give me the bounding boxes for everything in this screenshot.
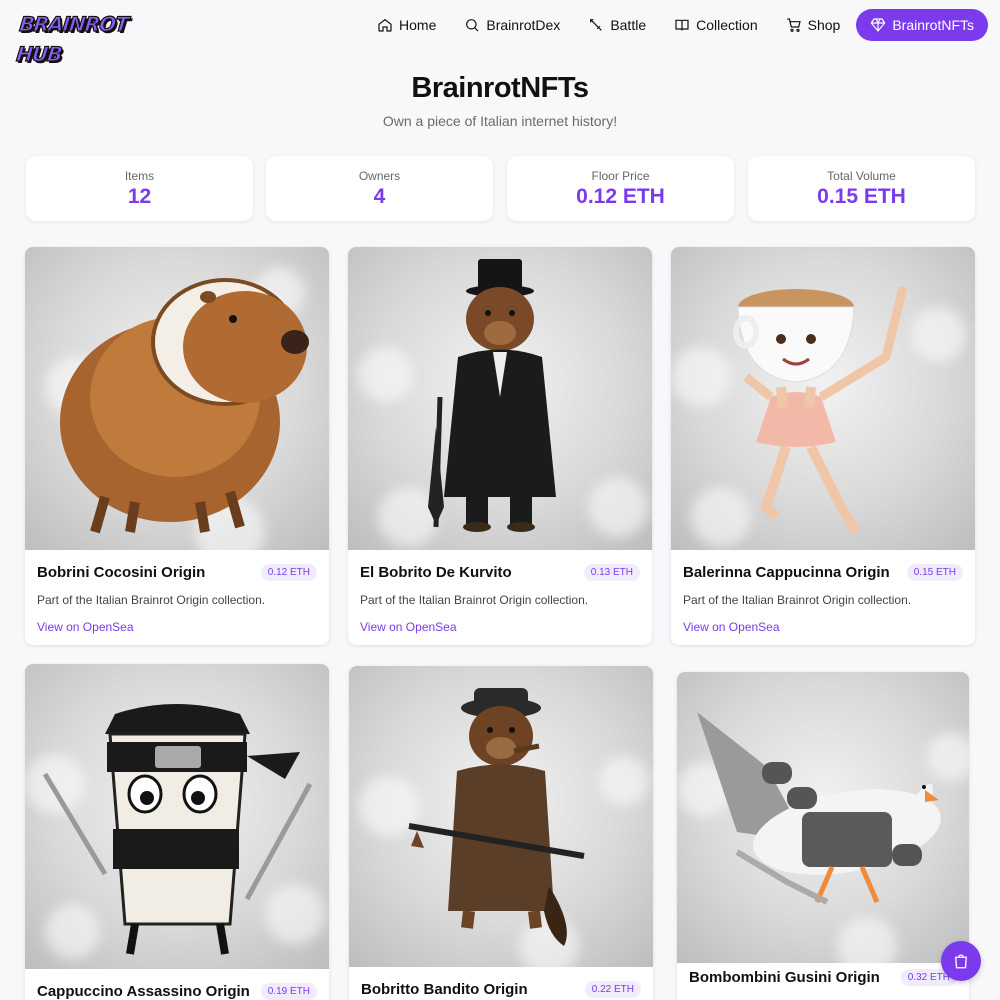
nav-battle[interactable]: Battle xyxy=(574,9,660,41)
nft-card[interactable]: Cappuccino Assassino Origin 0.19 ETH xyxy=(25,664,329,1000)
page-subtitle: Own a piece of Italian internet history! xyxy=(382,113,618,129)
cappuccino-ballerina-image xyxy=(671,247,975,550)
brainrot-hub-logo[interactable]: BRAINROT HUB xyxy=(15,9,138,66)
stat-value: 4 xyxy=(373,185,386,208)
stat-value: 0.12 ETH xyxy=(576,185,665,208)
nav-brainrotdex[interactable]: BrainrotDex xyxy=(450,9,574,41)
card-description: Part of the Italian Brainrot Origin coll… xyxy=(37,593,266,607)
stat-label: Owners xyxy=(358,169,401,183)
beaver-top-hat-image xyxy=(348,247,652,550)
stat-label: Items xyxy=(124,169,155,183)
nft-card[interactable]: Bombombini Gusini Origin 0.32 ETH xyxy=(677,672,969,1000)
stat-value: 12 xyxy=(127,185,152,208)
top-navbar: BRAINROT HUB Home BrainrotDex Battle Col… xyxy=(0,0,1000,67)
price-badge: 0.19 ETH xyxy=(260,983,317,1000)
nav-battle-label: Battle xyxy=(610,17,647,33)
price-badge: 0.12 ETH xyxy=(260,564,317,581)
shopping-bag-icon xyxy=(955,954,967,969)
stat-value: 0.15 ETH xyxy=(817,185,906,208)
search-icon xyxy=(466,19,479,32)
page-title: BrainrotNFTs xyxy=(411,72,589,104)
beaver-gangster-image xyxy=(349,666,653,967)
price-badge: 0.15 ETH xyxy=(906,564,963,581)
view-on-opensea-link[interactable]: View on OpenSea xyxy=(360,620,640,634)
nav-brainrotdex-label: BrainrotDex xyxy=(486,17,561,33)
stat-owners: Owners 4 xyxy=(266,156,493,221)
card-description: Part of the Italian Brainrot Origin coll… xyxy=(360,593,589,607)
shopping-cart-button[interactable] xyxy=(941,941,981,981)
home-icon xyxy=(378,18,392,32)
nav-shop[interactable]: Shop xyxy=(772,9,855,41)
price-badge: 0.22 ETH xyxy=(584,981,641,998)
nav-links: Home BrainrotDex Battle Collection Shop … xyxy=(363,9,988,41)
nav-brainrotnfts-label: BrainrotNFTs xyxy=(892,17,974,33)
nav-collection-label: Collection xyxy=(696,17,758,33)
nav-home-label: Home xyxy=(399,17,437,33)
stat-label: Floor Price xyxy=(591,169,650,183)
nav-shop-label: Shop xyxy=(807,17,841,33)
stat-label: Total Volume xyxy=(827,169,896,183)
nft-card[interactable]: Bobrini Cocosini Origin 0.12 ETH Part of… xyxy=(25,247,329,645)
sword-icon xyxy=(590,19,603,31)
logo-text: BRAINROT HUB xyxy=(15,11,130,66)
view-on-opensea-link[interactable]: View on OpenSea xyxy=(683,620,963,634)
nft-card[interactable]: Bobritto Bandito Origin 0.22 ETH xyxy=(349,666,653,1000)
diamond-icon xyxy=(870,18,886,32)
jet-goose-image xyxy=(677,672,969,963)
nft-card[interactable]: Balerinna Cappucinna Origin 0.15 ETH Par… xyxy=(671,247,975,645)
nav-brainrotnfts[interactable]: BrainrotNFTs xyxy=(856,9,988,41)
capybara-coconut-image xyxy=(25,247,329,550)
stat-floor-price: Floor Price 0.12 ETH xyxy=(507,156,734,221)
view-on-opensea-link[interactable]: View on OpenSea xyxy=(37,620,317,634)
cart-icon xyxy=(786,18,801,32)
nav-collection[interactable]: Collection xyxy=(660,9,771,41)
ninja-coffee-cup-image xyxy=(25,664,329,969)
stat-total-volume: Total Volume 0.15 ETH xyxy=(748,156,975,221)
price-badge: 0.13 ETH xyxy=(583,564,640,581)
stat-items: Items 12 xyxy=(26,156,253,221)
nav-home[interactable]: Home xyxy=(363,9,450,41)
card-description: Part of the Italian Brainrot Origin coll… xyxy=(683,593,912,607)
nft-card[interactable]: El Bobrito De Kurvito 0.13 ETH Part of t… xyxy=(348,247,652,645)
book-icon xyxy=(675,19,689,31)
